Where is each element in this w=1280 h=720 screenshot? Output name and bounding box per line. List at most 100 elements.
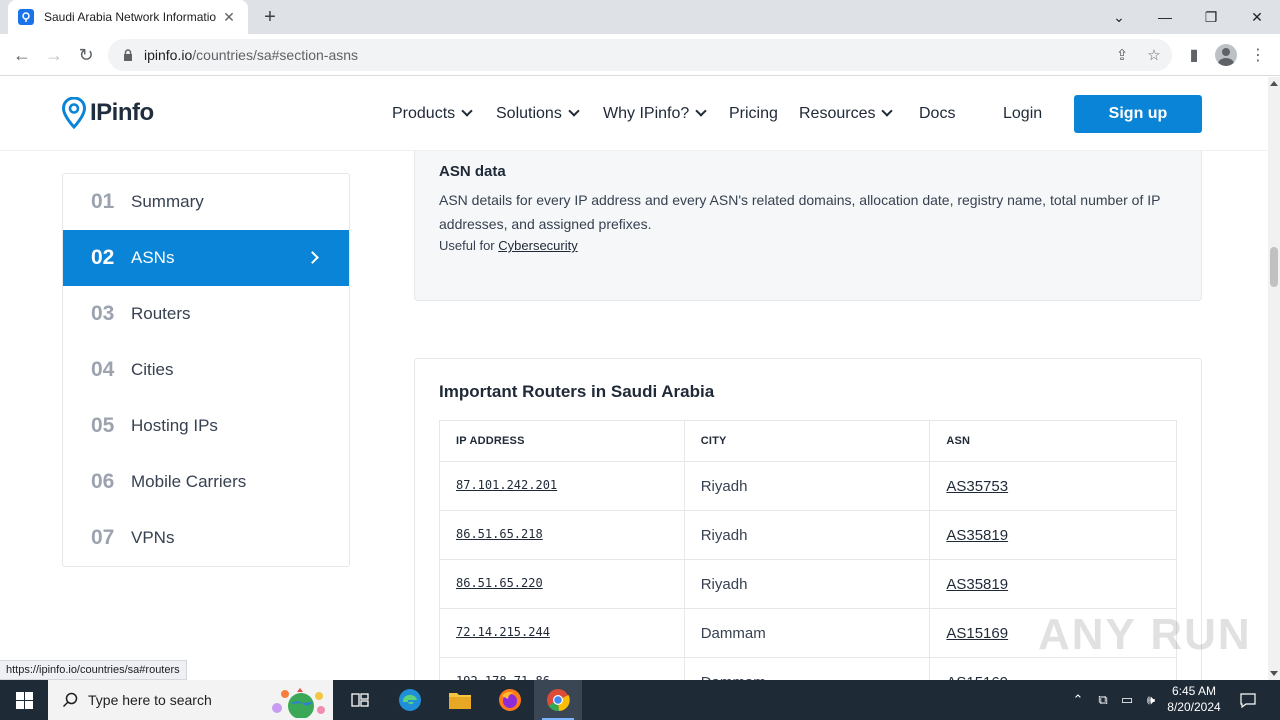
network-device-icon[interactable]: ⧉ [1092, 680, 1114, 720]
chevron-down-icon [461, 105, 473, 117]
sidebar-item-label: ASNs [131, 248, 175, 267]
url-host: ipinfo.io [144, 47, 193, 63]
clock-date: 8/20/2024 [1167, 700, 1221, 714]
scroll-down-arrow-icon[interactable] [1270, 671, 1278, 676]
ip-link[interactable]: 192.178.71.86 [439, 657, 685, 680]
sidebar-item-mobile-carriers[interactable]: 06 Mobile Carriers [63, 454, 349, 510]
nav-products[interactable]: Products [392, 102, 473, 126]
nav-label: Resources [799, 105, 876, 122]
chevron-down-icon [568, 105, 580, 117]
sidebar-item-label: VPNs [131, 528, 175, 547]
sidebar-item-label: Mobile Carriers [131, 472, 247, 491]
forward-button[interactable]: → [41, 42, 67, 68]
browser-tab[interactable]: Saudi Arabia Network Informatio ✕ [8, 0, 248, 34]
city-cell: Dammam [683, 657, 931, 680]
nav-docs[interactable]: Docs [919, 102, 955, 126]
nav-resources[interactable]: Resources [799, 102, 894, 126]
show-hidden-icons-icon[interactable]: ⌃ [1068, 680, 1088, 720]
windows-start-button[interactable] [0, 680, 48, 720]
volume-icon[interactable]: 🕪 [1140, 680, 1162, 720]
sidebar-item-label: Summary [131, 192, 204, 211]
signup-button[interactable]: Sign up [1074, 95, 1202, 133]
reload-button[interactable]: ↻ [73, 42, 99, 68]
close-window-button[interactable]: ✕ [1234, 0, 1280, 34]
close-tab-icon[interactable]: ✕ [220, 9, 238, 26]
ipinfo-favicon [18, 9, 34, 25]
useful-for-label: Useful for [439, 238, 495, 253]
sidebar-item-asns[interactable]: 02 ASNs [63, 230, 349, 286]
taskbar-clock[interactable]: 6:45 AM 8/20/2024 [1160, 683, 1228, 715]
url-text: ipinfo.io/countries/sa#section-asns [144, 47, 358, 63]
city-cell: Riyadh [683, 461, 931, 511]
location-pin-icon [62, 97, 86, 129]
asn-link[interactable]: AS35819 [929, 559, 1177, 609]
section-sidebar: 01 Summary 02 ASNs 03 Routers 04 Cities … [62, 173, 350, 567]
sidebar-item-cities[interactable]: 04 Cities [63, 342, 349, 398]
notifications-icon[interactable] [1234, 680, 1262, 720]
sidebar-item-label: Hosting IPs [131, 416, 218, 435]
ip-link[interactable]: 86.51.65.220 [439, 559, 685, 609]
sidebar-item-vpns[interactable]: 07 VPNs [63, 510, 349, 566]
bookmark-star-icon[interactable]: ☆ [1138, 39, 1170, 71]
new-tab-button[interactable]: + [258, 6, 282, 28]
ip-link[interactable]: 86.51.65.218 [439, 510, 685, 560]
login-link[interactable]: Login [1003, 102, 1042, 126]
asn-link[interactable]: AS35819 [929, 510, 1177, 560]
table-header-row: IP ADDRESS CITY ASN [439, 420, 1177, 462]
ip-link[interactable]: 87.101.242.201 [439, 461, 685, 511]
side-panel-icon[interactable]: ▮ [1181, 42, 1207, 68]
sidebar-item-label: Cities [131, 360, 174, 379]
tab-search-icon[interactable]: ⌄ [1096, 0, 1142, 34]
city-cell: Riyadh [683, 559, 931, 609]
scrollbar-thumb[interactable] [1270, 247, 1278, 287]
firefox-icon[interactable] [486, 680, 534, 720]
nav-why-ipinfo[interactable]: Why IPinfo? [603, 102, 707, 126]
status-url-bubble: https://ipinfo.io/countries/sa#routers [0, 660, 187, 680]
task-view-icon[interactable] [336, 680, 384, 720]
minimize-button[interactable]: — [1142, 0, 1188, 34]
chevron-down-icon [695, 105, 707, 117]
nav-pricing[interactable]: Pricing [729, 102, 778, 126]
asn-link[interactable]: AS35753 [929, 461, 1177, 511]
sidebar-item-number: 02 [91, 246, 115, 269]
back-button[interactable]: ← [9, 42, 35, 68]
asn-link[interactable]: AS15169 [929, 657, 1177, 680]
site-header: IPinfo Products Solutions Why IPinfo? Pr… [0, 77, 1268, 151]
page-scrollbar[interactable] [1268, 77, 1280, 680]
edge-icon[interactable] [386, 680, 434, 720]
ipinfo-logo[interactable]: IPinfo [62, 97, 154, 129]
column-header-city: CITY [683, 420, 931, 462]
column-header-ip: IP ADDRESS [439, 420, 685, 462]
sidebar-item-label: Routers [131, 304, 191, 323]
chrome-icon[interactable] [534, 680, 582, 720]
nav-label: Products [392, 105, 456, 122]
cybersecurity-link[interactable]: Cybersecurity [498, 238, 577, 253]
network-icon[interactable]: ▭ [1116, 680, 1138, 720]
nav-solutions[interactable]: Solutions [496, 102, 580, 126]
menu-icon[interactable]: ⋮ [1245, 42, 1271, 68]
scroll-up-arrow-icon[interactable] [1270, 81, 1278, 86]
file-explorer-icon[interactable] [436, 680, 484, 720]
tab-title: Saudi Arabia Network Informatio [44, 10, 216, 24]
nav-label: Pricing [729, 105, 778, 122]
sidebar-item-number: 04 [91, 358, 115, 381]
search-icon [62, 692, 78, 708]
sidebar-item-hosting-ips[interactable]: 05 Hosting IPs [63, 398, 349, 454]
restore-button[interactable]: ❐ [1188, 0, 1234, 34]
sidebar-item-number: 07 [91, 526, 115, 549]
share-icon[interactable]: ⇪ [1106, 39, 1138, 71]
browser-toolbar: ← → ↻ ipinfo.io/countries/sa#section-asn… [0, 34, 1280, 76]
clock-time: 6:45 AM [1171, 684, 1217, 698]
ip-link[interactable]: 72.14.215.244 [439, 608, 685, 658]
table-row: 86.51.65.218 Riyadh AS35819 [439, 510, 1177, 560]
column-header-asn: ASN [929, 420, 1177, 462]
taskbar-search-box[interactable]: Type here to search [48, 680, 333, 720]
asn-card-description: ASN details for every IP address and eve… [439, 192, 1161, 232]
windows-taskbar: Type here to search ⌃ ⧉ ▭ 🕪 6:45 AM 8/20… [0, 680, 1280, 720]
nav-label: Docs [919, 105, 956, 122]
sidebar-item-routers[interactable]: 03 Routers [63, 286, 349, 342]
table-row: 87.101.242.201 Riyadh AS35753 [439, 461, 1177, 511]
profile-button[interactable] [1213, 42, 1239, 68]
address-bar[interactable]: ipinfo.io/countries/sa#section-asns ⇪ ☆ [108, 39, 1172, 71]
sidebar-item-summary[interactable]: 01 Summary [63, 174, 349, 230]
